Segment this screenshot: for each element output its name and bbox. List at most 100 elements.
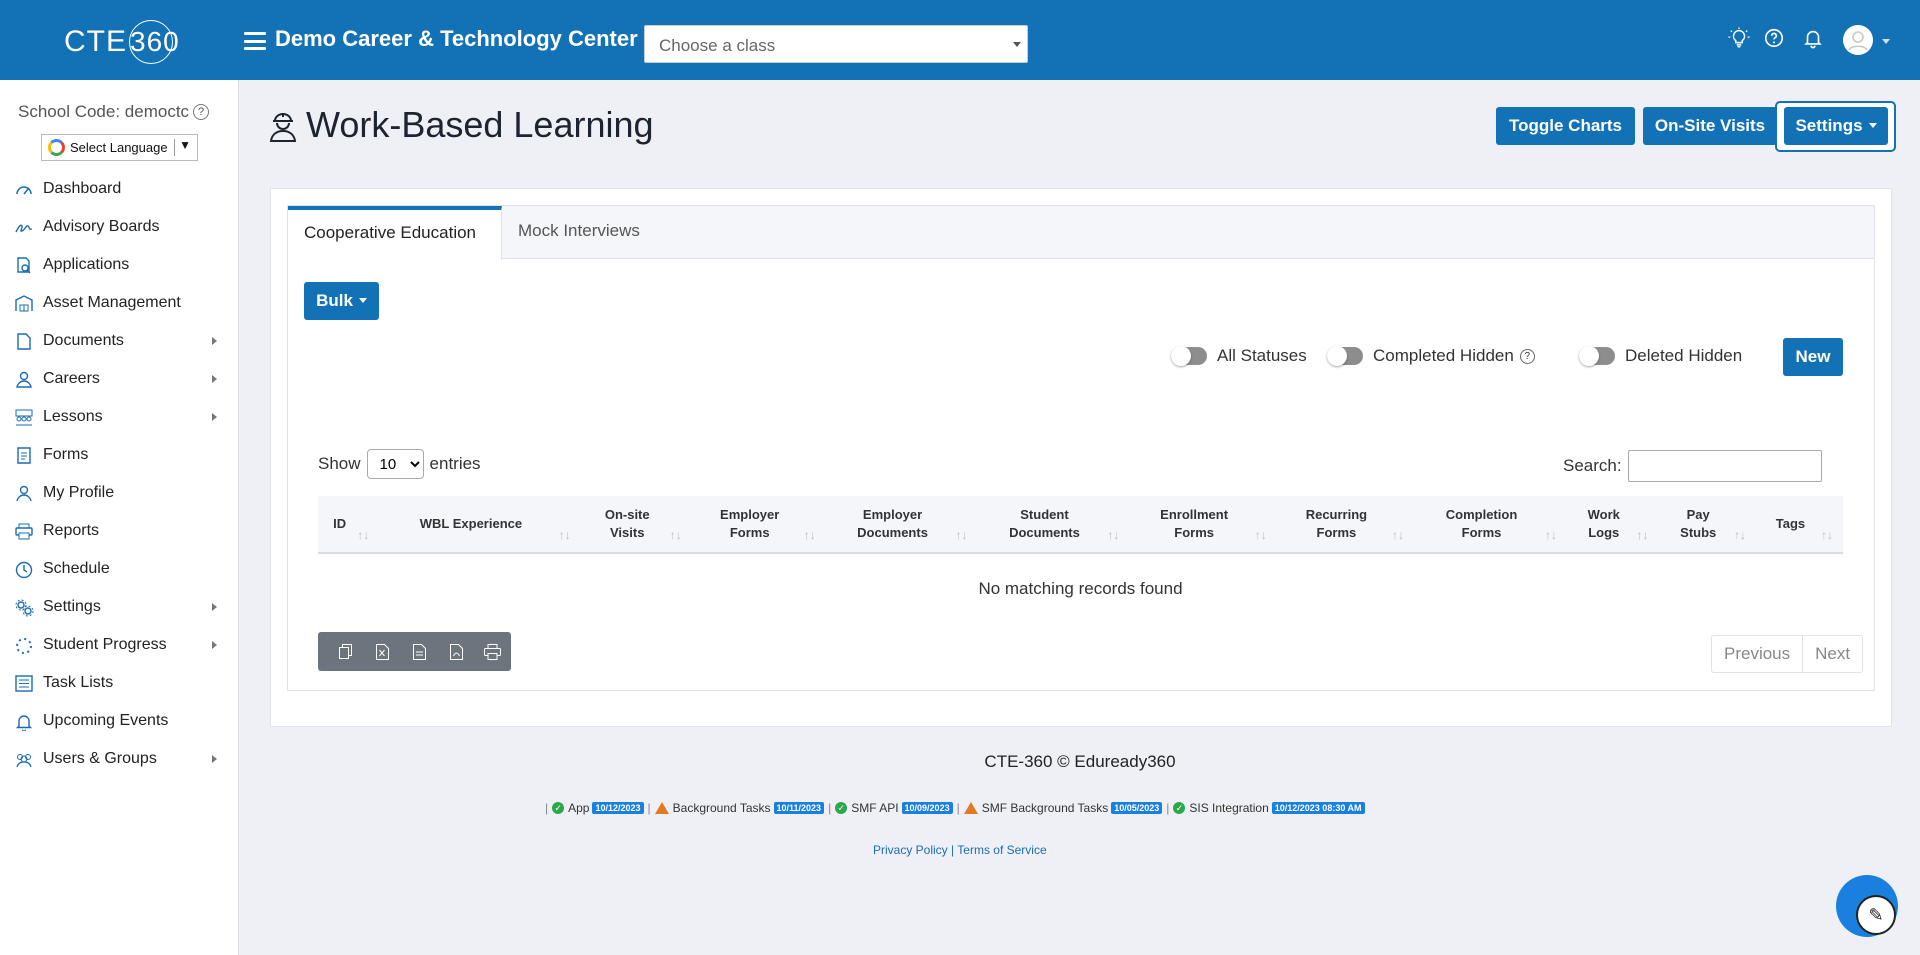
lightbulb-icon[interactable]	[1728, 27, 1750, 49]
column-header[interactable]: Tags ↑↓	[1755, 496, 1843, 554]
language-label: Select Language	[70, 140, 168, 155]
data-table: ID ↑↓ WBL Experience ↑↓ On-site Visits ↑↓ Emplo…	[318, 496, 1843, 623]
column-header-label: Employer	[720, 507, 780, 522]
privacy-policy-link[interactable]: Privacy Policy	[873, 843, 948, 857]
sidebar-item-advisory-boards[interactable]: Advisory Boards	[0, 208, 239, 246]
sidebar-item-my-profile[interactable]: My Profile	[0, 474, 239, 512]
chat-widget[interactable]: ✎	[1836, 875, 1898, 937]
toggle-switch[interactable]	[1327, 346, 1363, 366]
status-date-badge: 10/11/2023	[773, 802, 825, 814]
gears-icon	[14, 598, 34, 616]
column-header-label: Forms	[1461, 525, 1502, 540]
bulk-button[interactable]: Bulk	[304, 282, 379, 320]
menu-icon[interactable]	[244, 32, 266, 50]
column-header[interactable]: Pay Stubs ↑↓	[1658, 496, 1756, 554]
sidebar-item-label: Upcoming Events	[43, 712, 169, 729]
chevron-down-icon	[1013, 42, 1021, 47]
copy-icon[interactable]	[328, 632, 365, 671]
column-header[interactable]: Employer Forms ↑↓	[691, 496, 826, 554]
sidebar-item-dashboard[interactable]: Dashboard	[0, 170, 239, 208]
toggle-switch[interactable]	[1579, 346, 1615, 366]
toggle-label: Completed Hidden	[1373, 346, 1514, 365]
sidebar-item-schedule[interactable]: Schedule	[0, 550, 239, 588]
previous-button[interactable]: Previous	[1712, 636, 1802, 672]
chat-icon[interactable]: ✎	[1856, 895, 1896, 935]
bell-icon[interactable]	[1802, 27, 1824, 49]
language-select[interactable]: Select Language ▼	[41, 134, 198, 161]
onsite-visits-button[interactable]: On-Site Visits	[1643, 107, 1777, 145]
chevron-right-icon	[212, 641, 217, 649]
column-header-label: Documents	[1009, 525, 1080, 540]
sidebar-item-careers[interactable]: Careers	[0, 360, 239, 398]
printer-icon[interactable]	[474, 632, 511, 671]
toggle-charts-button[interactable]: Toggle Charts	[1496, 107, 1635, 145]
sidebar-item-asset-management[interactable]: Asset Management	[0, 284, 239, 322]
terms-of-service-link[interactable]: Terms of Service	[957, 843, 1046, 857]
sort-icon[interactable]: ↑↓	[1545, 526, 1557, 544]
column-header-label: Enrollment	[1160, 507, 1229, 522]
column-header[interactable]: Work Logs ↑↓	[1567, 496, 1659, 554]
sort-icon[interactable]: ↑↓	[1734, 526, 1746, 544]
sidebar-item-task-lists[interactable]: Task Lists	[0, 664, 239, 702]
column-header[interactable]: Completion Forms ↑↓	[1414, 496, 1568, 554]
next-button[interactable]: Next	[1802, 636, 1862, 672]
settings-button[interactable]: Settings	[1784, 107, 1888, 145]
column-header[interactable]: On-site Visits ↑↓	[580, 496, 692, 554]
sidebar-item-lessons[interactable]: Lessons	[0, 398, 239, 436]
sort-icon[interactable]: ↑↓	[670, 526, 682, 544]
toggle-switch[interactable]	[1171, 346, 1207, 366]
sidebar-item-label: Careers	[43, 370, 100, 387]
sort-icon[interactable]: ↑↓	[559, 526, 571, 544]
sidebar-item-student-progress[interactable]: Student Progress	[0, 626, 239, 664]
status-item: Background Tasks 10/11/2023	[654, 801, 825, 815]
help-icon[interactable]: ?	[193, 104, 210, 120]
table-search: Search:	[1563, 450, 1822, 482]
sort-icon[interactable]: ↑↓	[1107, 526, 1119, 544]
sort-icon[interactable]: ↑↓	[1821, 526, 1833, 544]
all-statuses-toggle[interactable]: All Statuses	[1171, 346, 1307, 366]
column-header[interactable]: WBL Experience ↑↓	[379, 496, 581, 554]
sidebar-item-settings[interactable]: Settings	[0, 588, 239, 626]
sort-icon[interactable]: ↑↓	[1255, 526, 1267, 544]
tab-mock-interviews[interactable]: Mock Interviews	[502, 206, 656, 259]
sidebar-item-reports[interactable]: Reports	[0, 512, 239, 550]
sort-icon[interactable]: ↑↓	[804, 526, 816, 544]
column-header[interactable]: Enrollment Forms ↑↓	[1129, 496, 1277, 554]
chevron-down-icon[interactable]	[1882, 39, 1890, 44]
sort-icon[interactable]: ↑↓	[357, 526, 369, 544]
tab-cooperative-education[interactable]: Cooperative Education	[288, 206, 502, 260]
sidebar-item-forms[interactable]: Forms	[0, 436, 239, 474]
sort-icon[interactable]: ↑↓	[1392, 526, 1404, 544]
status-label: Background Tasks	[672, 801, 771, 815]
footer-copyright: CTE-360 © Eduready360	[119, 752, 1920, 772]
column-header[interactable]: Student Documents ↑↓	[977, 496, 1130, 554]
column-header-label: ID	[333, 516, 347, 531]
entries-label: entries	[429, 454, 481, 473]
sidebar-item-applications[interactable]: Applications	[0, 246, 239, 284]
help-icon[interactable]	[1763, 27, 1785, 49]
column-header[interactable]: Employer Documents ↑↓	[825, 496, 978, 554]
search-input[interactable]	[1627, 450, 1822, 482]
column-header[interactable]: ID ↑↓	[318, 496, 380, 554]
status-label: App	[568, 801, 590, 815]
column-header[interactable]: Recurring Forms ↑↓	[1276, 496, 1414, 554]
cte360-logo[interactable]: CTE 360	[64, 20, 179, 64]
column-header-label: Student	[1020, 507, 1069, 522]
deleted-hidden-toggle[interactable]: Deleted Hidden	[1579, 346, 1742, 366]
sort-icon[interactable]: ↑↓	[956, 526, 968, 544]
form-icon	[14, 446, 34, 464]
class-select[interactable]: Choose a class	[644, 25, 1028, 63]
csv-icon[interactable]	[401, 632, 438, 671]
help-icon[interactable]: ?	[1519, 348, 1535, 364]
sidebar-item-documents[interactable]: Documents	[0, 322, 239, 360]
pdf-icon[interactable]	[438, 632, 475, 671]
excel-icon[interactable]	[365, 632, 402, 671]
new-button[interactable]: New	[1783, 338, 1843, 376]
worker-icon	[269, 113, 297, 142]
entries-select[interactable]: 10	[366, 449, 424, 479]
sidebar-item-upcoming-events[interactable]: Upcoming Events	[0, 702, 239, 740]
avatar[interactable]	[1843, 25, 1873, 55]
footer-links: Privacy Policy | Terms of Service	[873, 843, 1047, 857]
sort-icon[interactable]: ↑↓	[1636, 526, 1648, 544]
completed-hidden-toggle[interactable]: Completed Hidden ?	[1327, 346, 1535, 366]
